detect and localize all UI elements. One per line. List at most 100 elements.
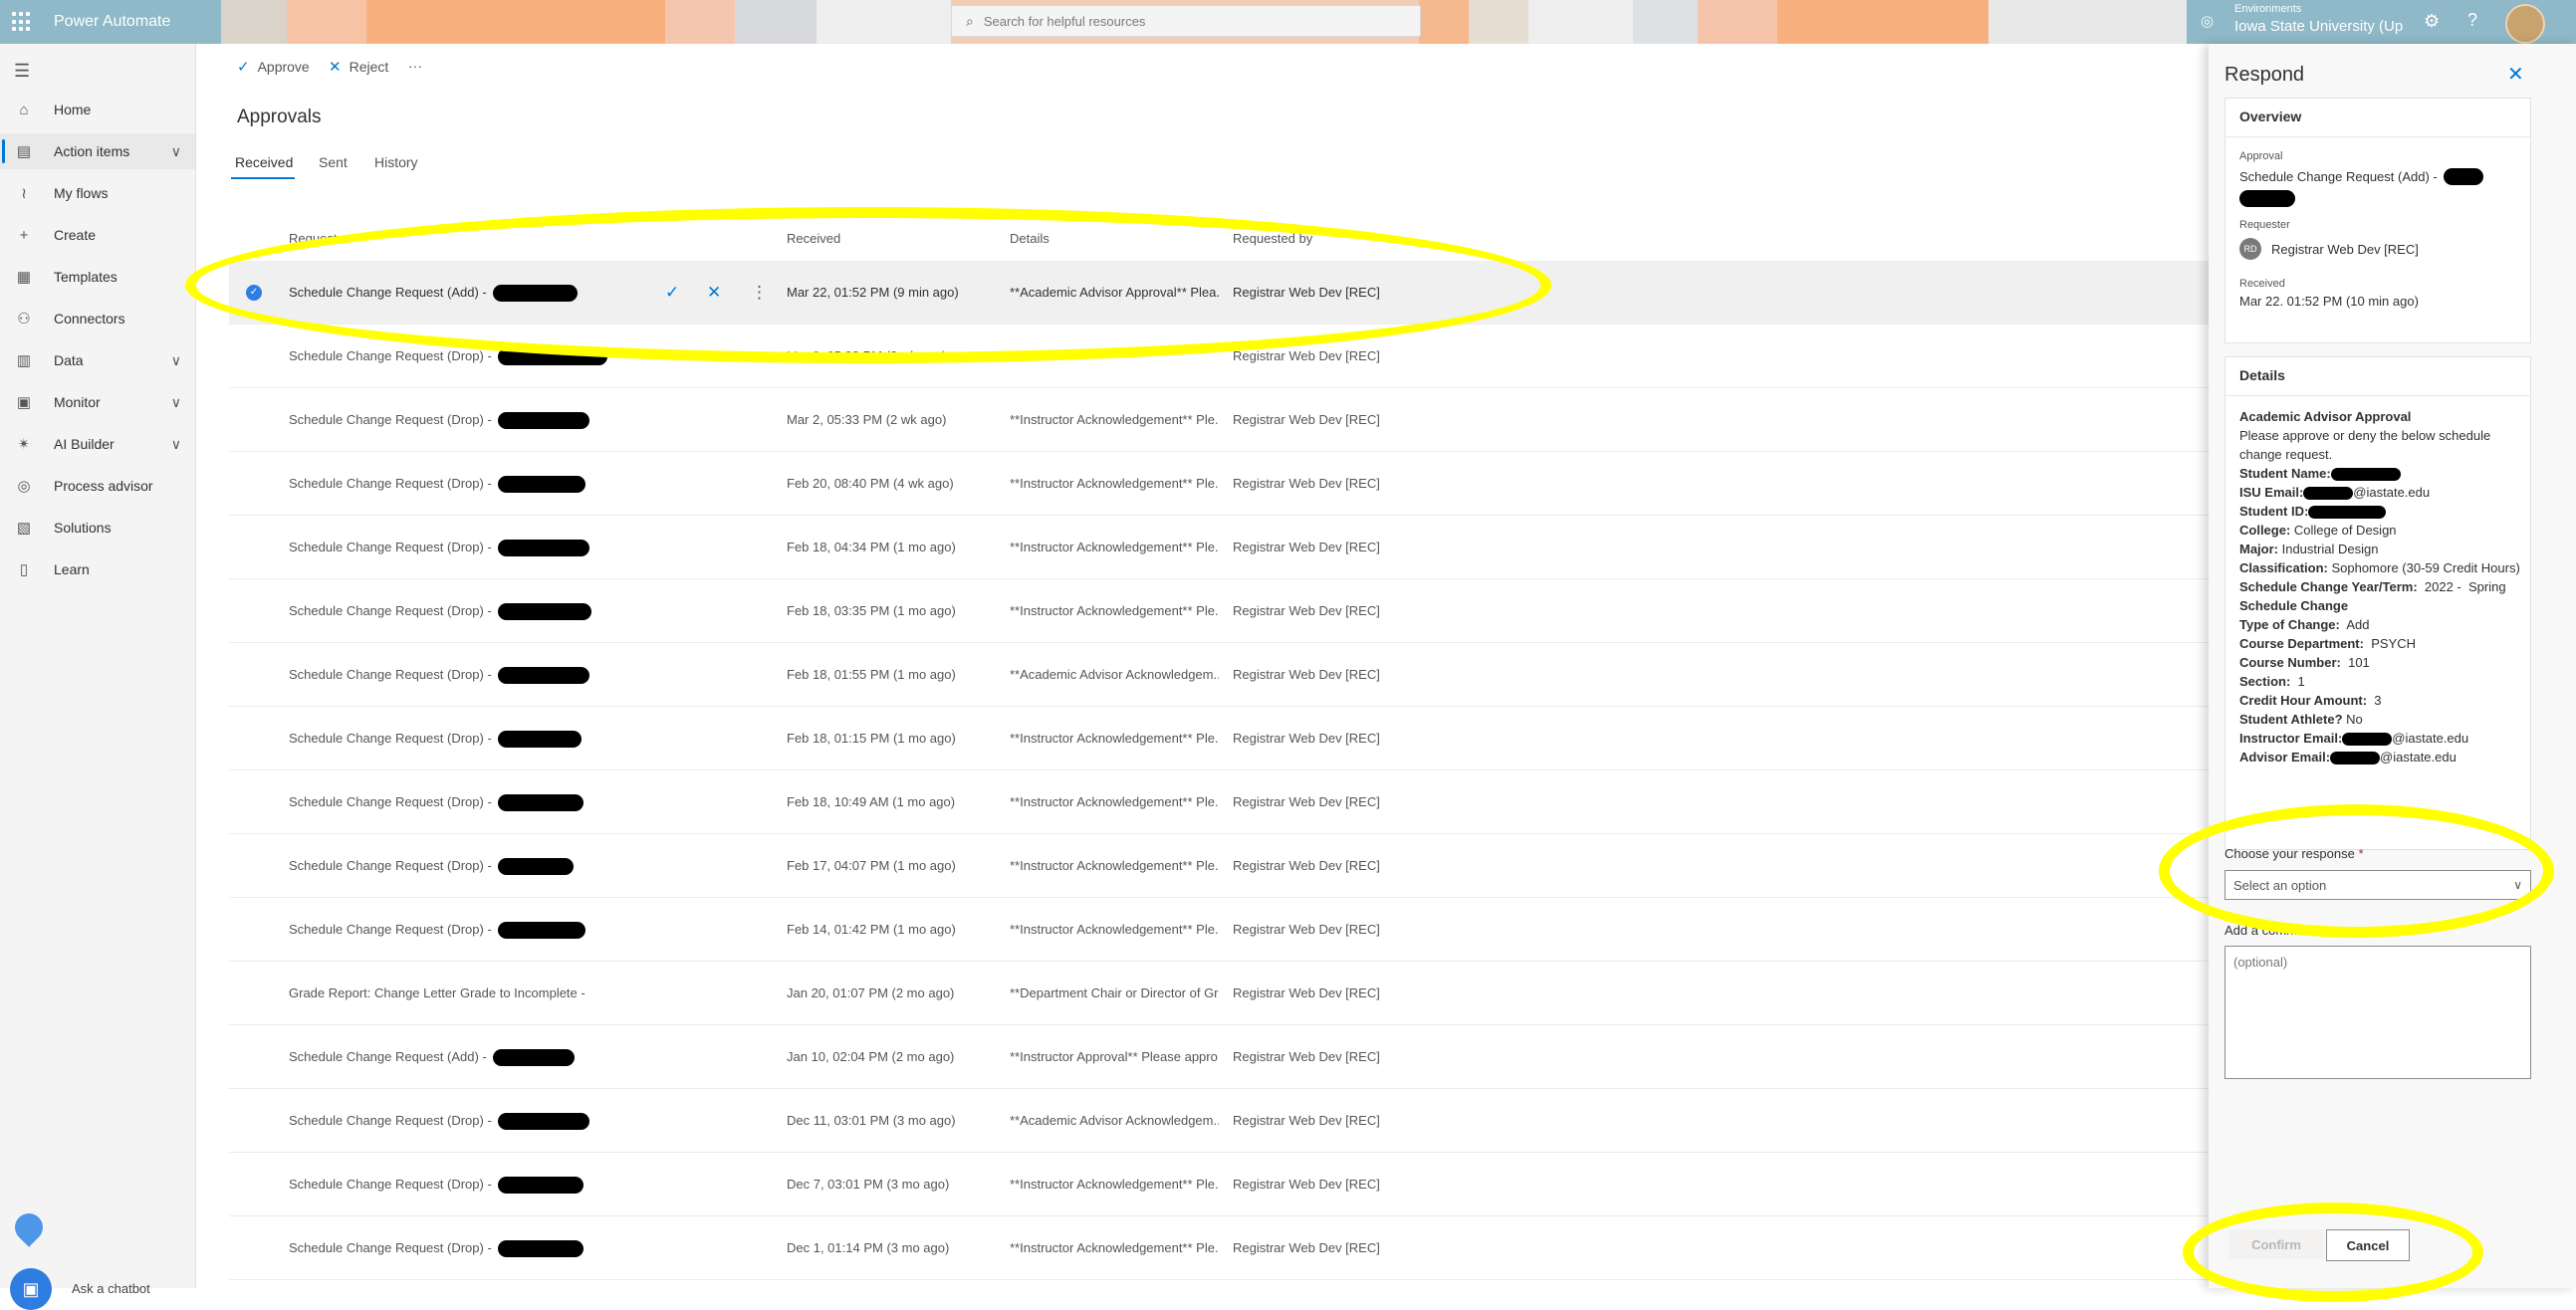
table-row[interactable]: Schedule Change Request (Drop) - Dec 11, … [229,1089,2209,1153]
hamburger-menu-icon[interactable]: ☰ [14,61,30,82]
chevron-down-icon[interactable]: ∨ [171,352,181,369]
process-advisor-icon: ◎ [17,478,31,495]
details-cell: **Instructor Acknowledgement** Ple... [1010,1177,1219,1192]
app-name[interactable]: Power Automate [54,13,170,31]
detail-value: 3 [2367,693,2382,708]
received-cell: Dec 7, 03:01 PM (3 mo ago) [787,1177,950,1192]
detail-value: PSYCH [2363,636,2416,651]
received-cell: Mar 2, 05:33 PM (2 wk ago) [787,412,947,427]
solutions-icon: ▧ [16,520,32,537]
sidebar-item[interactable]: ▣ Monitor ∨ [0,384,195,420]
header-pattern [1469,0,1528,44]
page-title: Approvals [237,107,322,127]
sidebar-item[interactable]: ▦ Templates [0,259,195,295]
table-row[interactable]: Schedule Change Request (Drop) - Dec 1, 0… [229,1216,2209,1280]
details-cell: **Instructor Acknowledgement** Ple... [1010,731,1219,746]
received-cell: Feb 18, 04:34 PM (1 mo ago) [787,540,956,554]
overview-header: Overview [2225,99,2530,137]
details-cell: **Instructor Acknowledgement** Ple... [1010,858,1219,873]
sidebar-item[interactable]: ▧ Solutions [0,510,195,546]
detail-field: Student ID: [2239,502,2522,521]
received-cell: Feb 18, 03:35 PM (1 mo ago) [787,603,956,618]
table-row[interactable]: Grade Report: Change Letter Grade to Inc… [229,962,2209,1025]
detail-field: Credit Hour Amount: 3 [2239,691,2522,710]
highlight-annotation [2159,804,2554,938]
help-icon[interactable]: ? [2467,10,2477,31]
redaction-mark [2342,733,2393,747]
header-pattern [1633,0,1698,44]
home-icon: ⌂ [19,101,29,118]
table-row[interactable]: Schedule Change Request (Drop) - Feb 18, … [229,579,2209,643]
sidebar-item[interactable]: ⌂ Home [0,92,195,127]
more-commands-button[interactable]: ··· [408,58,422,74]
tab-history[interactable]: History [374,154,418,170]
request-text: Schedule Change Request (Drop) - [289,731,492,746]
reject-label: Reject [349,59,389,75]
details-body: Academic Advisor Approval Please approve… [2239,407,2522,766]
request-text: Schedule Change Request (Drop) - [289,922,492,937]
table-row[interactable]: Schedule Change Request (Drop) - Feb 18, … [229,643,2209,707]
table-row[interactable]: Schedule Change Request (Drop) - Dec 7, 0… [229,1153,2209,1216]
chevron-down-icon[interactable]: ∨ [171,436,181,453]
user-avatar[interactable] [2505,4,2545,44]
table-row[interactable]: Schedule Change Request (Drop) - Feb 20, … [229,452,2209,516]
search-icon: ⌕ [966,12,974,29]
search-box[interactable]: ⌕ Search for helpful resources [951,5,1421,37]
environment-picker[interactable]: ◎ Environments Iowa State University (Up… [2187,0,2576,44]
table-row[interactable]: Schedule Change Request (Drop) - Feb 18, … [229,516,2209,579]
request-text: Schedule Change Request (Add) - [289,1049,487,1064]
redaction-mark [497,1113,589,1131]
table-row[interactable]: Schedule Change Request (Drop) - Feb 18, … [229,770,2209,834]
detail-value: Sophomore (30-59 Credit Hours) [2327,560,2520,575]
detail-field: Classification: Sophomore (30-59 Credit … [2239,558,2522,577]
chatbot-button[interactable]: ▣ [10,1268,52,1310]
close-panel-icon[interactable]: ✕ [2507,62,2524,87]
sidebar-item[interactable]: ≀ My flows [0,175,195,211]
settings-gear-icon[interactable]: ⚙ [2424,11,2440,32]
detail-key: Classification: [2239,560,2328,575]
detail-field: ISU Email: @iastate.edu [2239,483,2522,502]
chevron-down-icon[interactable]: ∨ [171,143,181,160]
request-text: Schedule Change Request (Drop) - [289,348,492,363]
chatbot-label[interactable]: Ask a chatbot [72,1281,150,1296]
sidebar-item-label: Monitor [54,394,101,410]
sidebar-item[interactable]: ▯ Learn [0,551,195,587]
header-pattern [1989,0,2187,44]
sidebar-item[interactable]: ⚇ Connectors [0,301,195,336]
header-pattern [665,0,735,44]
received-cell: Jan 20, 01:07 PM (2 mo ago) [787,985,955,1000]
sidebar-item[interactable]: ✴ AI Builder ∨ [0,426,195,462]
sidebar-item-label: Data [54,352,84,368]
table-row[interactable]: Schedule Change Request (Drop) - Feb 18, … [229,707,2209,770]
table-row[interactable]: Schedule Change Request (Drop) - Feb 17, … [229,834,2209,898]
sidebar-item[interactable]: ◎ Process advisor [0,468,195,504]
tab-received[interactable]: Received [235,154,293,170]
details-cell: **Instructor Acknowledgement** Ple... [1010,922,1219,937]
detail-field: Major: Industrial Design [2239,540,2522,558]
header-pattern [287,0,366,44]
comment-placeholder: (optional) [2233,955,2288,970]
chevron-down-icon[interactable]: ∨ [171,394,181,411]
detail-key: Student ID: [2239,504,2309,519]
table-row[interactable]: Schedule Change Request (Drop) - Mar 2, 0… [229,388,2209,452]
sidebar-item[interactable]: ▤ Action items ∨ [0,133,195,169]
redaction-mark [2443,168,2483,186]
detail-key: Type of Change: [2239,617,2340,632]
table-row[interactable]: Schedule Change Request (Add) - Jan 10, 0… [229,1025,2209,1089]
table-row[interactable]: Schedule Change Request (Drop) - Feb 14, … [229,898,2209,962]
header-pattern [1777,0,1989,44]
received-value: Mar 22. 01:52 PM (10 min ago) [2239,294,2419,309]
app-launcher-icon[interactable] [12,12,32,32]
approve-button[interactable]: ✓ Approve [237,58,310,76]
active-tab-indicator [231,177,295,179]
tab-sent[interactable]: Sent [319,154,348,170]
requester-value: Registrar Web Dev [REC] [2271,241,2419,257]
details-heading: Academic Advisor Approval [2239,409,2412,424]
details-cell: **Instructor Acknowledgement** Ple... [1010,794,1219,809]
reject-button[interactable]: ✕ Reject [329,58,388,76]
sidebar-item[interactable]: + Create [0,217,195,253]
comment-textarea[interactable]: (optional) [2225,946,2531,1079]
notification-pin-icon[interactable] [9,1207,49,1247]
database-icon: ▥ [16,352,32,369]
sidebar-item[interactable]: ▥ Data ∨ [0,342,195,378]
